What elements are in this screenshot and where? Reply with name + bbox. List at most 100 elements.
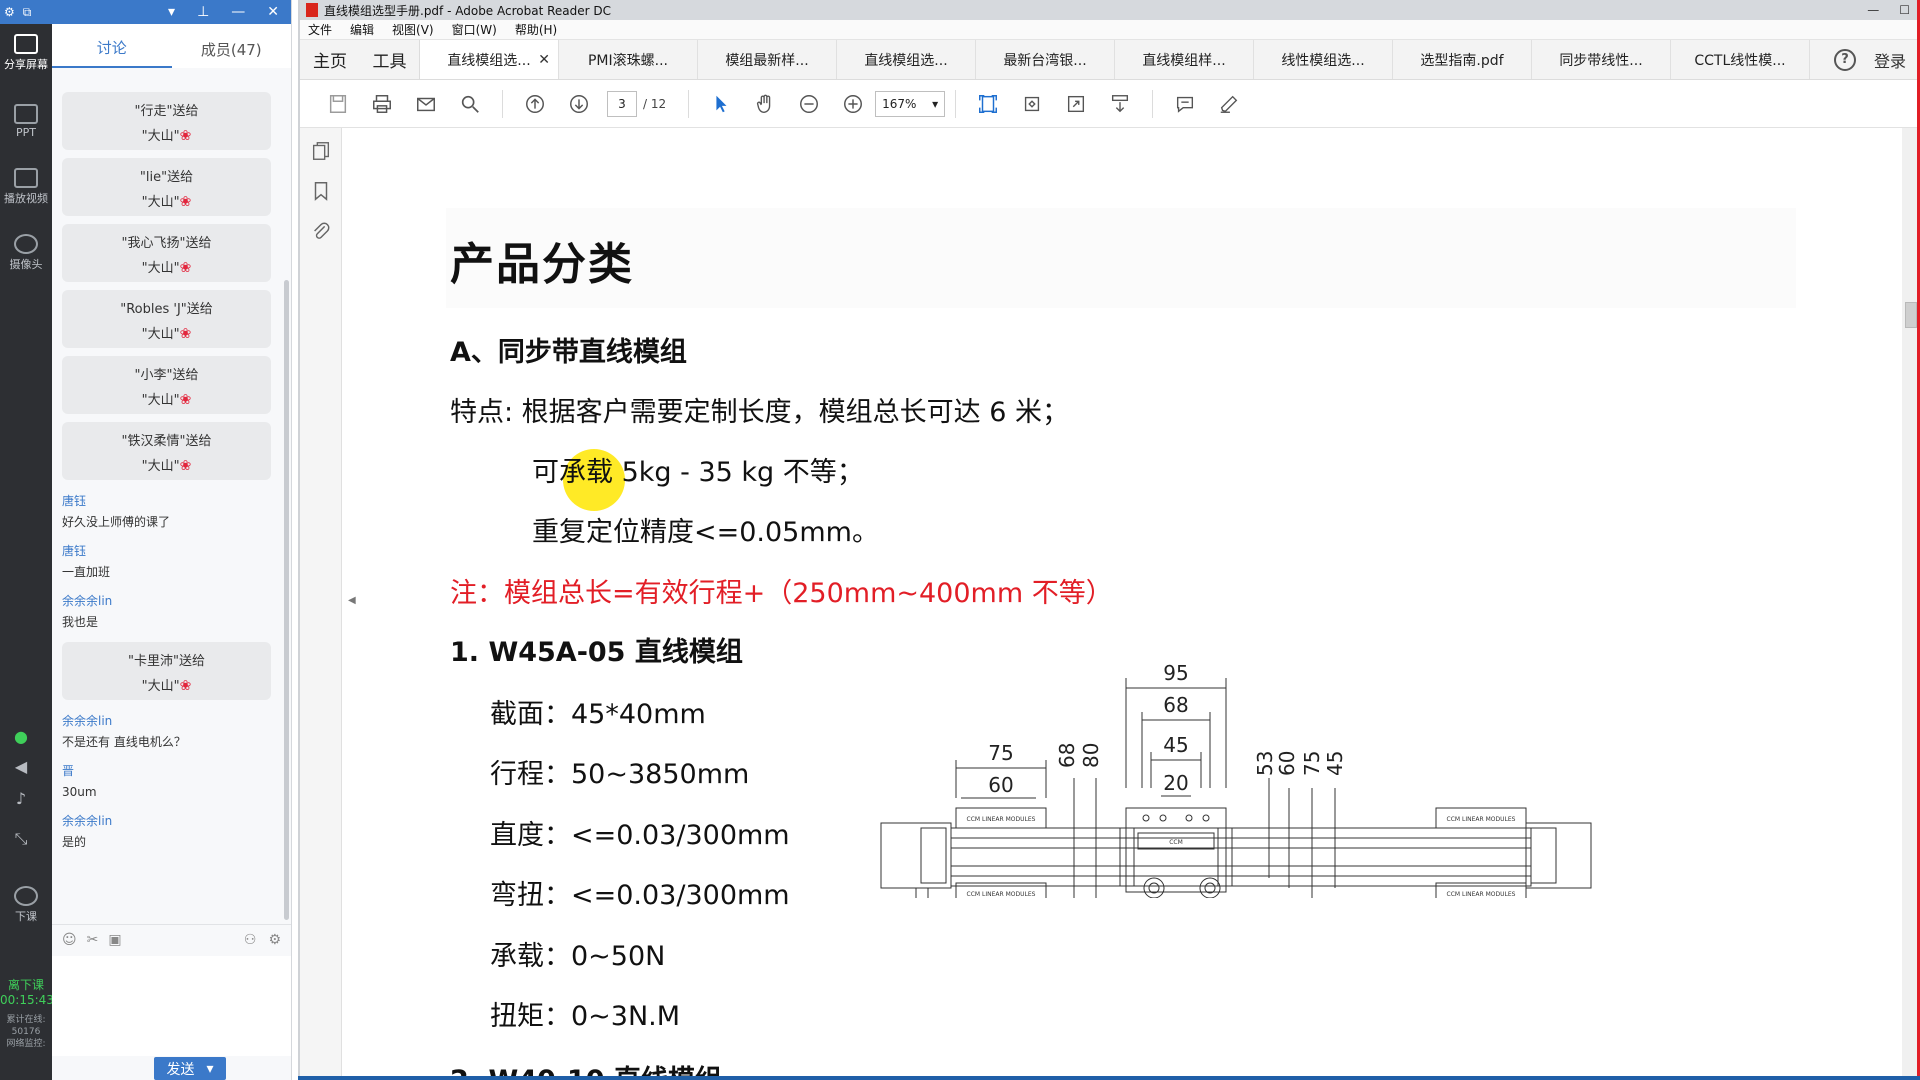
doc-tab[interactable]: 模组最新样... bbox=[698, 40, 837, 79]
camera-icon bbox=[14, 234, 38, 254]
strip-header: ⚙ ⧉ bbox=[0, 0, 52, 24]
highlight-pen-icon[interactable] bbox=[1207, 88, 1251, 120]
message-sender[interactable]: 晋 bbox=[62, 760, 271, 782]
members-icon[interactable]: ⚇ bbox=[244, 932, 257, 948]
dropdown-icon[interactable]: ▾ bbox=[168, 4, 175, 20]
play-video-button[interactable]: 播放视频 bbox=[0, 168, 52, 206]
zoom-select[interactable]: 167% ▾ bbox=[875, 90, 946, 117]
fullscreen-icon[interactable]: ⤡ bbox=[10, 828, 32, 850]
doc-tab-active[interactable]: 直线模组选... ✕ bbox=[420, 40, 559, 79]
send-button[interactable]: 发送 ▾ bbox=[154, 1057, 226, 1080]
bookmark-icon[interactable] bbox=[310, 180, 332, 202]
stats-value: 50176 bbox=[11, 1027, 41, 1037]
attachment-icon[interactable] bbox=[310, 220, 332, 242]
rose-icon: ❀ bbox=[179, 678, 192, 694]
menu-bar: 文件 编辑 视图(V) 窗口(W) 帮助(H) bbox=[300, 20, 1920, 40]
rotate-page-icon[interactable] bbox=[1010, 88, 1054, 120]
menu-edit[interactable]: 编辑 bbox=[350, 21, 374, 38]
full-screen-icon[interactable] bbox=[1054, 88, 1098, 120]
plate-label: CCM LINEAR MODULES bbox=[1447, 891, 1516, 898]
rose-icon: ❀ bbox=[179, 326, 192, 342]
doc-tab[interactable]: 直线模组样... bbox=[1115, 40, 1254, 79]
doc-tab[interactable]: 线性模组选... bbox=[1254, 40, 1393, 79]
gift-sender: "我心飞扬" bbox=[121, 236, 186, 251]
image-icon[interactable]: ▣ bbox=[108, 932, 121, 948]
tab-members[interactable]: 成员(47) bbox=[172, 39, 292, 68]
feature-line: 可承载 5kg - 35 kg 不等； bbox=[532, 457, 864, 488]
login-button[interactable]: 登录 bbox=[1874, 48, 1906, 72]
previous-page-icon[interactable] bbox=[513, 88, 557, 120]
end-class-button[interactable]: 下课 bbox=[0, 886, 52, 924]
speaker-icon[interactable]: ◀ bbox=[10, 756, 32, 778]
camera-label: 摄像头 bbox=[9, 258, 43, 271]
menu-file[interactable]: 文件 bbox=[308, 21, 332, 38]
chat-input-field[interactable] bbox=[52, 956, 291, 1056]
doc-tab[interactable]: 同步带线性... bbox=[1532, 40, 1671, 79]
tab-discussion[interactable]: 讨论 bbox=[52, 37, 172, 68]
chat-message-list[interactable]: "行走"送给 "大山"❀ "lie"送给 "大山"❀ "我心飞扬"送给 "大山"… bbox=[52, 88, 281, 918]
message-sender[interactable]: 唐钰 bbox=[62, 490, 271, 512]
gift-target: "大山" bbox=[141, 459, 180, 474]
doc-tab[interactable]: CCTL线性模... bbox=[1671, 40, 1810, 79]
external-link-icon[interactable]: ⧉ bbox=[23, 5, 32, 20]
page-thumbnails-icon[interactable] bbox=[310, 140, 332, 162]
share-screen-button[interactable]: 分享屏幕 bbox=[0, 34, 52, 72]
chat-message: 余余余lin 是的 bbox=[52, 808, 281, 858]
settings-gear-icon[interactable]: ⚙ bbox=[268, 932, 281, 948]
search-icon[interactable] bbox=[448, 88, 492, 120]
chat-scrollbar[interactable] bbox=[284, 280, 289, 920]
close-tab-icon[interactable]: ✕ bbox=[538, 52, 550, 68]
gift-message: "小李"送给 "大山"❀ bbox=[62, 356, 271, 414]
microphone-icon[interactable]: ● bbox=[10, 726, 32, 748]
gift-suffix: 送给 bbox=[172, 368, 199, 383]
send-dropdown-icon[interactable]: ▾ bbox=[206, 1061, 213, 1077]
chat-message: 余余余lin 不是还有 直线电机么？ bbox=[52, 708, 281, 758]
email-icon[interactable] bbox=[404, 88, 448, 120]
window-maximize-icon[interactable]: ☐ bbox=[1899, 3, 1910, 17]
document-viewer[interactable]: 产品分类 A、同步带直线模组 特点: 根据客户需要定制长度，模组总长可达 6 米… bbox=[356, 128, 1896, 1080]
scissors-icon[interactable]: ✂ bbox=[87, 932, 99, 948]
page-title: 产品分类 bbox=[450, 239, 634, 290]
minimize-icon[interactable]: — bbox=[231, 4, 245, 20]
menu-help[interactable]: 帮助(H) bbox=[515, 21, 557, 38]
ppt-button[interactable]: PPT bbox=[0, 104, 52, 139]
doc-tab[interactable]: PMI滚珠螺... bbox=[559, 40, 698, 79]
fit-page-icon[interactable] bbox=[966, 88, 1010, 120]
scroll-mode-icon[interactable] bbox=[1098, 88, 1142, 120]
next-page-icon[interactable] bbox=[557, 88, 601, 120]
close-icon[interactable]: ✕ bbox=[267, 4, 279, 20]
menu-window[interactable]: 窗口(W) bbox=[452, 21, 497, 38]
message-sender[interactable]: 余余余lin bbox=[62, 710, 271, 732]
emoji-icon[interactable]: ☺ bbox=[62, 932, 77, 948]
message-text: 是的 bbox=[62, 835, 87, 849]
hand-tool-icon[interactable] bbox=[743, 88, 787, 120]
music-icon[interactable]: ♪ bbox=[10, 788, 32, 810]
home-tab[interactable]: 主页 bbox=[300, 40, 360, 79]
page-number-input[interactable]: 3 bbox=[607, 90, 637, 117]
message-sender[interactable]: 唐钰 bbox=[62, 540, 271, 562]
camera-button[interactable]: 摄像头 bbox=[0, 234, 52, 272]
message-sender[interactable]: 余余余lin bbox=[62, 810, 271, 832]
menu-view[interactable]: 视图(V) bbox=[392, 21, 434, 38]
chat-titlebar: ▾ ⊥ — ✕ bbox=[52, 0, 291, 24]
window-minimize-icon[interactable]: — bbox=[1867, 3, 1879, 17]
message-sender[interactable]: 余余余lin bbox=[62, 590, 271, 612]
zoom-in-icon[interactable] bbox=[831, 88, 875, 120]
save-icon[interactable] bbox=[316, 88, 360, 120]
pin-icon[interactable]: ⊥ bbox=[197, 4, 209, 20]
help-icon[interactable]: ? bbox=[1833, 48, 1856, 71]
doc-tab[interactable]: 直线模组选... bbox=[837, 40, 976, 79]
select-arrow-icon[interactable] bbox=[699, 88, 743, 120]
scrollbar-thumb[interactable] bbox=[1905, 302, 1917, 328]
doc-tab[interactable]: 最新台湾银... bbox=[976, 40, 1115, 79]
print-icon[interactable] bbox=[360, 88, 404, 120]
timer-label: 离下课 bbox=[7, 978, 44, 992]
zoom-out-icon[interactable] bbox=[787, 88, 831, 120]
message-text: 我也是 bbox=[62, 615, 99, 629]
comment-icon[interactable] bbox=[1163, 88, 1207, 120]
tools-tab[interactable]: 工具 bbox=[360, 40, 420, 79]
doc-tab[interactable]: 选型指南.pdf bbox=[1393, 40, 1532, 79]
acrobat-window: 直线模组选型手册.pdf - Adobe Acrobat Reader DC —… bbox=[298, 0, 1920, 1080]
collapse-left-pane-icon[interactable]: ◀ bbox=[348, 595, 356, 606]
doc-tab-label: CCTL线性模... bbox=[1694, 52, 1786, 69]
